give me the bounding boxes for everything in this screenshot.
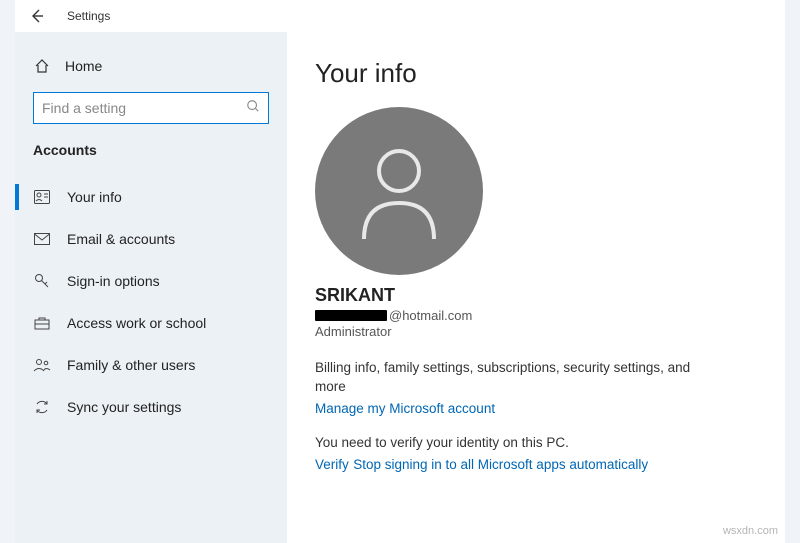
search-icon (246, 99, 260, 118)
category-label: Accounts (15, 134, 287, 176)
sidebar-item-email-accounts[interactable]: Email & accounts (15, 218, 287, 260)
search-container (15, 86, 287, 134)
nav-label: Email & accounts (67, 231, 175, 247)
nav-label: Access work or school (67, 315, 206, 331)
sidebar: Home Accounts Your info (15, 32, 287, 543)
people-icon (33, 356, 51, 374)
role-label: Administrator (315, 324, 757, 339)
briefcase-icon (33, 314, 51, 332)
sidebar-item-signin-options[interactable]: Sign-in options (15, 260, 287, 302)
nav-label: Your info (67, 189, 122, 205)
email-suffix: @hotmail.com (389, 308, 472, 323)
verify-link[interactable]: Verify (315, 457, 349, 472)
nav-label: Sign-in options (67, 273, 160, 289)
mail-icon (33, 230, 51, 248)
search-input[interactable] (42, 100, 246, 116)
redacted-text (315, 310, 387, 321)
sidebar-item-work-school[interactable]: Access work or school (15, 302, 287, 344)
page-title: Your info (315, 58, 757, 89)
titlebar-title: Settings (67, 9, 110, 23)
email: @hotmail.com (315, 308, 757, 323)
home-label: Home (65, 58, 102, 74)
sync-icon (33, 398, 51, 416)
verify-description: You need to verify your identity on this… (315, 434, 695, 453)
content-area: Home Accounts Your info (15, 32, 785, 543)
username: SRIKANT (315, 285, 757, 306)
home-button[interactable]: Home (15, 46, 287, 86)
avatar (315, 107, 483, 275)
person-card-icon (33, 188, 51, 206)
settings-window: Settings Home Accounts (15, 0, 785, 543)
back-arrow-icon (29, 8, 45, 24)
sidebar-item-your-info[interactable]: Your info (15, 176, 287, 218)
watermark: wsxdn.com (723, 525, 778, 537)
stop-signing-in-link[interactable]: Stop signing in to all Microsoft apps au… (353, 457, 648, 472)
nav-label: Family & other users (67, 357, 195, 373)
billing-description: Billing info, family settings, subscript… (315, 359, 695, 397)
titlebar: Settings (15, 0, 785, 32)
home-icon (33, 57, 51, 75)
person-icon (354, 141, 444, 241)
back-button[interactable] (27, 6, 47, 26)
manage-account-link[interactable]: Manage my Microsoft account (315, 401, 495, 416)
sidebar-item-family-users[interactable]: Family & other users (15, 344, 287, 386)
main-panel: Your info SRIKANT @hotmail.com Administr… (287, 32, 785, 543)
key-icon (33, 272, 51, 290)
sidebar-item-sync-settings[interactable]: Sync your settings (15, 386, 287, 428)
search-box[interactable] (33, 92, 269, 124)
nav-label: Sync your settings (67, 399, 181, 415)
